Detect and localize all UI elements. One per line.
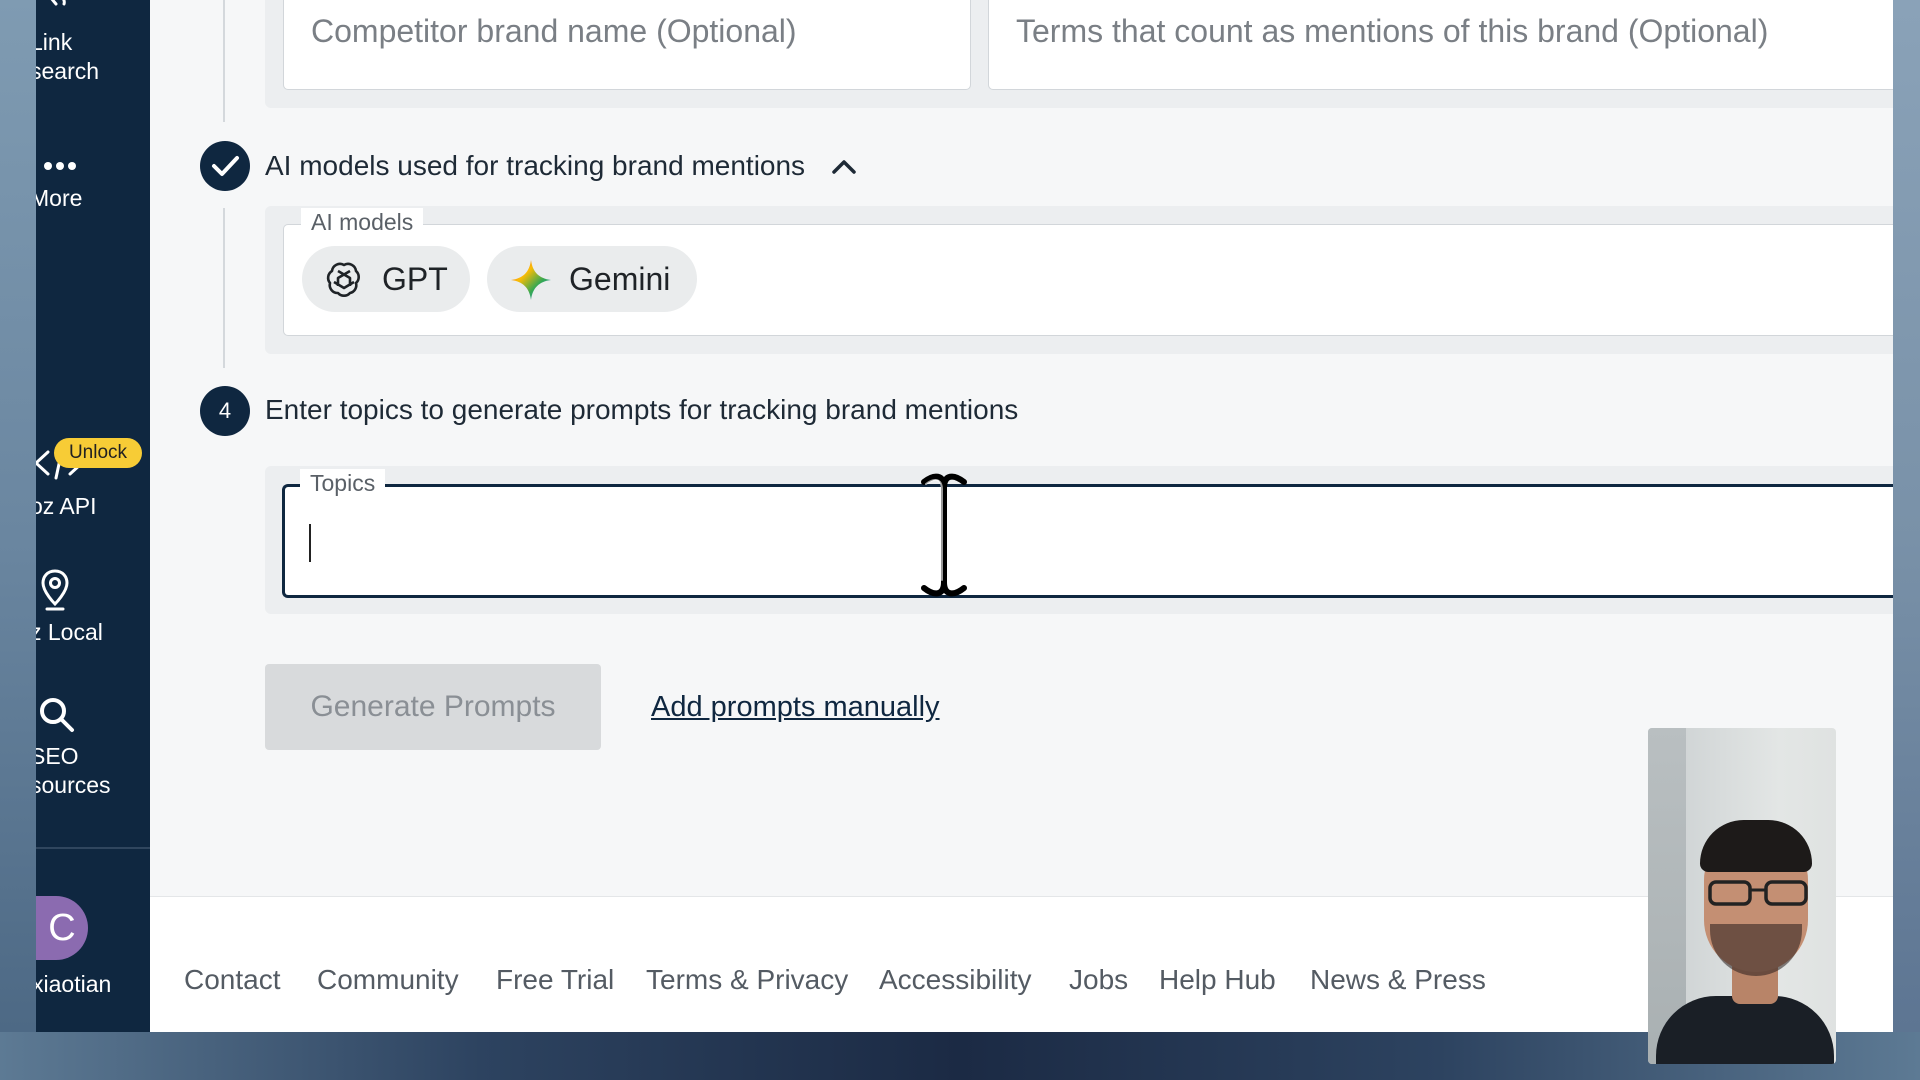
footer-link-terms-privacy[interactable]: Terms & Privacy (646, 963, 848, 997)
brand-terms-input[interactable]: Terms that count as mentions of this bra… (988, 0, 1893, 90)
ai-models-legend: AI models (301, 208, 424, 236)
model-chip-label: Gemini (569, 261, 671, 297)
sidebar: Link search More oz API Unlock z Local S… (36, 0, 150, 1032)
avatar-initial: C (48, 907, 76, 949)
footer-link-community[interactable]: Community (317, 963, 459, 997)
search-icon (38, 696, 76, 741)
sidebar-item-label: oz API (36, 493, 97, 519)
step-connector (223, 0, 225, 122)
user-name[interactable]: xiaotian (36, 970, 146, 999)
footer-link-contact[interactable]: Contact (184, 963, 281, 997)
topics-step-title: Enter topics to generate prompts for tra… (265, 394, 1019, 425)
location-pin-icon (40, 568, 70, 619)
footer: Contact Community Free Trial Terms & Pri… (150, 896, 1893, 1032)
ai-models-step-title: AI models used for tracking brand mentio… (265, 150, 806, 181)
topics-input[interactable] (282, 484, 1893, 598)
sidebar-item-label: More (36, 185, 83, 211)
gemini-icon (509, 258, 553, 307)
desktop-background-right (1893, 0, 1920, 1080)
brand-terms-placeholder: Terms that count as mentions of this bra… (1016, 13, 1769, 49)
webcam-person-shirt (1656, 996, 1834, 1064)
chevron-up-icon[interactable] (830, 152, 858, 185)
check-icon (212, 156, 239, 176)
sidebar-item-label: z Local (36, 619, 103, 645)
step-number: 4 (218, 398, 232, 423)
competitor-brand-placeholder: Competitor brand name (Optional) (311, 13, 797, 49)
footer-link-accessibility[interactable]: Accessibility (879, 963, 1031, 997)
footer-link-free-trial[interactable]: Free Trial (496, 963, 614, 997)
webcam-overlay (1648, 728, 1836, 1064)
sidebar-item-label: SEO sources (36, 743, 111, 798)
model-chip-gpt[interactable]: GPT (302, 246, 470, 312)
avatar[interactable]: C (36, 896, 88, 960)
unlock-badge[interactable]: Unlock (54, 438, 142, 468)
sidebar-divider (36, 847, 150, 849)
generate-prompts-button[interactable]: Generate Prompts (265, 664, 601, 750)
desktop-background-bottom (0, 1032, 1920, 1080)
footer-link-jobs[interactable]: Jobs (1069, 963, 1128, 997)
text-caret (309, 524, 311, 562)
webcam-person-beard (1710, 924, 1802, 976)
browser-viewport: Link search More oz API Unlock z Local S… (36, 0, 1893, 1032)
more-icon (42, 150, 78, 179)
link-icon (42, 0, 76, 25)
model-chip-label: GPT (382, 261, 448, 297)
model-chip-gemini[interactable]: Gemini (487, 246, 697, 312)
openai-icon (324, 260, 364, 305)
user-name-label: xiaotian (36, 971, 112, 997)
sidebar-item-local[interactable]: z Local (36, 568, 150, 648)
sidebar-item-seo-sources[interactable]: SEO sources (36, 696, 150, 806)
text-cursor-icon (916, 470, 972, 605)
sidebar-item-more[interactable]: More (36, 140, 150, 211)
step-complete-check (200, 141, 250, 191)
webcam-person-glasses (1708, 880, 1808, 906)
footer-link-news-press[interactable]: News & Press (1310, 963, 1486, 997)
sidebar-item-label: Link search (36, 29, 100, 84)
add-prompts-manually-link[interactable]: Add prompts manually (651, 688, 940, 726)
topics-legend: Topics (300, 469, 386, 497)
desktop-background-left (0, 0, 36, 1080)
sidebar-item-link-search[interactable]: Link search (36, 0, 150, 90)
webcam-person-hair (1700, 820, 1812, 872)
step-number-badge: 4 (200, 386, 250, 436)
step-connector (223, 208, 225, 368)
competitor-brand-input[interactable]: Competitor brand name (Optional) (283, 0, 971, 90)
footer-link-help-hub[interactable]: Help Hub (1159, 963, 1276, 997)
